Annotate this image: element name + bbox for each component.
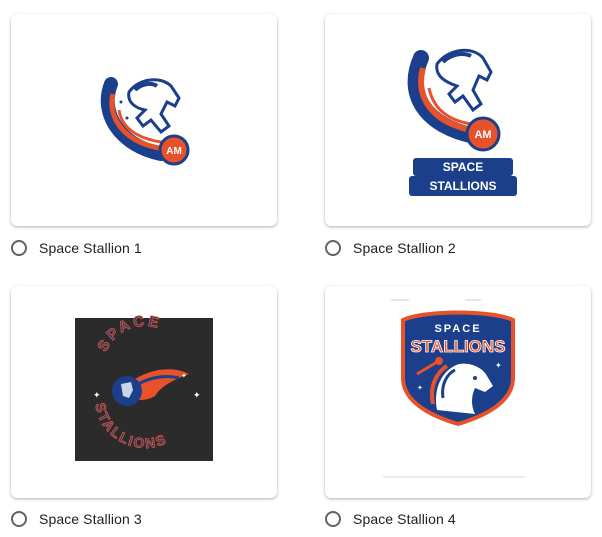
horse-comet-logo-icon: AM: [100, 77, 190, 166]
option-space-stallion-1[interactable]: Space Stallion 1: [11, 236, 142, 260]
space-stallions-shield-logo-icon: SPACE STALLIONS ✦ ✦: [383, 299, 525, 478]
svg-text:AM: AM: [474, 129, 491, 141]
option-space-stallion-4[interactable]: Space Stallion 4: [325, 507, 456, 531]
option-label: Space Stallion 2: [353, 240, 456, 256]
svg-text:✦: ✦: [495, 361, 502, 370]
radio-button[interactable]: [11, 511, 27, 527]
image-card-4[interactable]: SPACE STALLIONS ✦ ✦: [325, 286, 591, 498]
option-space-stallion-3[interactable]: Space Stallion 3: [11, 507, 142, 531]
image-card-1[interactable]: AM: [11, 14, 277, 226]
svg-text:STALLIONS: STALLIONS: [410, 337, 505, 356]
svg-text:SPACE: SPACE: [443, 160, 483, 174]
image-card-3[interactable]: SPACE STALLIONS ✦ ✦ ✦: [11, 286, 277, 498]
svg-text:AM: AM: [166, 146, 182, 157]
image-card-2[interactable]: AM SPACE STALLIONS: [325, 14, 591, 226]
svg-text:✦: ✦: [417, 384, 423, 392]
option-space-stallion-2[interactable]: Space Stallion 2: [325, 236, 456, 260]
option-label: Space Stallion 3: [39, 511, 142, 527]
radio-button[interactable]: [325, 240, 341, 256]
svg-text:✦: ✦: [193, 390, 201, 400]
svg-text:✦: ✦: [181, 372, 187, 380]
radio-button[interactable]: [325, 511, 341, 527]
svg-text:SPACE: SPACE: [434, 323, 481, 335]
svg-text:✦: ✦: [93, 390, 101, 400]
option-label: Space Stallion 1: [39, 240, 142, 256]
svg-text:STALLIONS: STALLIONS: [429, 179, 496, 193]
horse-comet-badge-logo-icon: AM SPACE STALLIONS: [407, 48, 517, 196]
space-stallions-circular-logo-icon: SPACE STALLIONS ✦ ✦ ✦: [75, 312, 213, 461]
radio-button[interactable]: [11, 240, 27, 256]
option-label: Space Stallion 4: [353, 511, 456, 527]
